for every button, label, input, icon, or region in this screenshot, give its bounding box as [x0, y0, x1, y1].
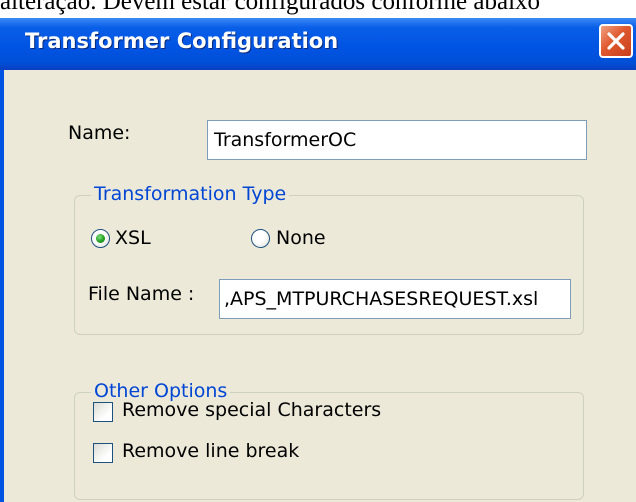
close-icon — [607, 32, 625, 50]
name-input[interactable]: TransformerOC — [207, 120, 587, 160]
xsl-radio[interactable] — [91, 229, 110, 248]
radio-selected-dot — [96, 234, 105, 243]
name-label: Name: — [68, 122, 131, 144]
none-radio-label[interactable]: None — [276, 227, 326, 249]
close-button[interactable] — [599, 24, 633, 58]
dialog-body: Name: TransformerOC Transformation Type … — [0, 70, 636, 502]
file-name-input[interactable]: ,APS_MTPURCHASESREQUEST.xsl — [219, 279, 571, 319]
title-bar[interactable]: Transformer Configuration — [0, 18, 636, 70]
remove-line-break-checkbox[interactable] — [93, 443, 113, 463]
background-document-text: alteração. Devem estar configurados conf… — [0, 0, 541, 15]
remove-special-characters-checkbox[interactable] — [93, 402, 113, 422]
transformer-configuration-dialog: Transformer Configuration Name: Transfor… — [0, 18, 636, 502]
window-title: Transformer Configuration — [25, 29, 339, 53]
transformation-type-legend: Transformation Type — [91, 183, 290, 205]
remove-line-break-label[interactable]: Remove line break — [122, 440, 299, 462]
file-name-label: File Name : — [88, 283, 195, 305]
none-radio[interactable] — [251, 229, 270, 248]
remove-special-characters-label[interactable]: Remove special Characters — [122, 399, 381, 421]
xsl-radio-label[interactable]: XSL — [115, 227, 151, 249]
